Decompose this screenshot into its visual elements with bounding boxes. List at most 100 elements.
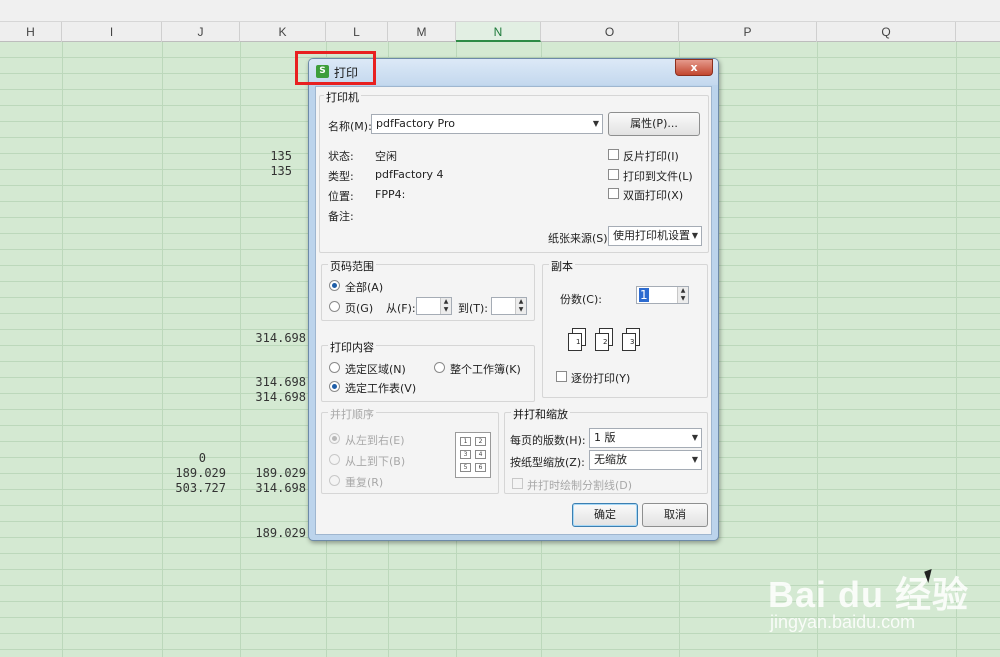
close-button[interactable]: x bbox=[675, 59, 713, 76]
draw-borders-checkbox[interactable] bbox=[512, 478, 523, 489]
workbook-radio[interactable] bbox=[434, 362, 445, 373]
pages-per-sheet-select[interactable]: 1 版 ▼ bbox=[589, 428, 702, 448]
chevron-down-icon: ▼ bbox=[691, 433, 698, 442]
printer-name-select[interactable]: pdfFactory Pro ▼ bbox=[371, 114, 603, 134]
baidu-logo: Bai du 经验 bbox=[768, 574, 970, 615]
type-value: pdfFactory 4 bbox=[375, 168, 444, 181]
print-what-group-title: 打印内容 bbox=[328, 339, 376, 355]
chevron-down-icon: ▼ bbox=[691, 455, 698, 464]
spin-up-icon[interactable]: ▲ bbox=[677, 287, 688, 295]
pages-label[interactable]: 页(G) bbox=[345, 300, 373, 316]
from-label: 从(F): bbox=[386, 302, 416, 315]
grid-line bbox=[817, 42, 818, 657]
collate-checkbox[interactable] bbox=[556, 371, 567, 382]
printer-name-value: pdfFactory Pro bbox=[376, 117, 455, 130]
cancel-button[interactable]: 取消 bbox=[642, 503, 708, 527]
draw-borders-label[interactable]: 并打时绘制分割线(D) bbox=[527, 477, 632, 493]
top-bottom-radio[interactable] bbox=[329, 454, 340, 465]
selection-radio[interactable] bbox=[329, 362, 340, 373]
printer-name-label: 名称(M): bbox=[328, 120, 372, 133]
pages-radio[interactable] bbox=[329, 301, 340, 312]
spin-up-icon[interactable]: ▲ bbox=[515, 298, 526, 306]
order-group-title: 并打顺序 bbox=[328, 406, 376, 422]
collate-page-icon: 2 bbox=[595, 328, 613, 351]
collate-page-icon: 1 bbox=[568, 328, 586, 351]
printer-group-title: 打印机 bbox=[324, 89, 361, 105]
cell-k[interactable]: 189.029 bbox=[240, 466, 306, 481]
column-header-m[interactable]: M bbox=[388, 22, 456, 42]
zoom-group-title: 并打和缩放 bbox=[511, 406, 570, 422]
column-header-j[interactable]: J bbox=[162, 22, 240, 42]
paper-source-select[interactable]: 使用打印机设置 ▼ bbox=[608, 226, 702, 246]
title-highlight-box bbox=[295, 51, 376, 85]
toolbar-strip bbox=[0, 0, 1000, 22]
comment-label: 备注: bbox=[328, 210, 354, 223]
print-dialog: S 打印 x 打印机 名称(M): pdfFactory Pro ▼ 属性(P)… bbox=[308, 58, 719, 541]
repeat-label[interactable]: 重复(R) bbox=[345, 474, 383, 490]
paper-source-label: 纸张来源(S): bbox=[548, 232, 612, 245]
scale-value: 无缩放 bbox=[594, 453, 627, 466]
duplex-checkbox[interactable] bbox=[608, 188, 619, 199]
status-value: 空闲 bbox=[375, 150, 397, 163]
dialog-body: 打印机 名称(M): pdfFactory Pro ▼ 属性(P)... 状态:… bbox=[315, 86, 712, 535]
left-right-radio[interactable] bbox=[329, 433, 340, 444]
properties-button[interactable]: 属性(P)... bbox=[608, 112, 700, 136]
column-header-l[interactable]: L bbox=[326, 22, 388, 42]
all-pages-label[interactable]: 全部(A) bbox=[345, 279, 383, 295]
spin-down-icon[interactable]: ▼ bbox=[515, 306, 526, 314]
to-page-spinner[interactable]: ▲ ▼ bbox=[491, 297, 527, 315]
cell-k[interactable]: 314.698 bbox=[240, 375, 306, 390]
selection-label[interactable]: 选定区域(N) bbox=[345, 361, 406, 377]
order-preview-icon: 1 2 3 4 5 6 bbox=[455, 432, 491, 478]
copies-spinner[interactable]: 1 ▲ ▼ bbox=[636, 286, 689, 304]
pages-per-sheet-label: 每页的版数(H): bbox=[510, 434, 586, 447]
workbook-label[interactable]: 整个工作簿(K) bbox=[450, 361, 521, 377]
column-header-h[interactable]: H bbox=[0, 22, 62, 42]
spin-up-icon[interactable]: ▲ bbox=[440, 298, 451, 306]
ok-button[interactable]: 确定 bbox=[572, 503, 638, 527]
type-label: 类型: bbox=[328, 170, 354, 183]
scale-select[interactable]: 无缩放 ▼ bbox=[589, 450, 702, 470]
to-label: 到(T): bbox=[458, 302, 489, 315]
column-header-o[interactable]: O bbox=[541, 22, 679, 42]
cell-j[interactable]: 0 bbox=[162, 451, 206, 466]
column-header-i[interactable]: I bbox=[62, 22, 162, 42]
all-pages-radio[interactable] bbox=[329, 280, 340, 291]
cell-k[interactable]: 314.698 bbox=[240, 481, 306, 496]
reverse-print-label[interactable]: 反片打印(I) bbox=[623, 148, 679, 164]
top-bottom-label[interactable]: 从上到下(B) bbox=[345, 453, 405, 469]
chevron-down-icon: ▼ bbox=[592, 119, 599, 128]
copies-group-title: 副本 bbox=[549, 258, 575, 274]
active-sheet-radio[interactable] bbox=[329, 381, 340, 392]
cell-k[interactable]: 314.698 bbox=[240, 331, 306, 346]
baidu-url: jingyan.baidu.com bbox=[770, 612, 916, 632]
column-header-p[interactable]: P bbox=[679, 22, 817, 42]
spin-down-icon[interactable]: ▼ bbox=[440, 306, 451, 314]
where-label: 位置: bbox=[328, 190, 354, 203]
cell-k[interactable]: 135 bbox=[240, 164, 292, 179]
print-to-file-checkbox[interactable] bbox=[608, 169, 619, 180]
column-header-q[interactable]: Q bbox=[817, 22, 956, 42]
duplex-label[interactable]: 双面打印(X) bbox=[623, 187, 683, 203]
reverse-print-checkbox[interactable] bbox=[608, 149, 619, 160]
cell-j[interactable]: 503.727 bbox=[162, 481, 226, 496]
paper-source-value: 使用打印机设置 bbox=[613, 229, 690, 242]
column-header-k[interactable]: K bbox=[240, 22, 326, 42]
left-right-label[interactable]: 从左到右(E) bbox=[345, 432, 405, 448]
copies-label: 份数(C): bbox=[560, 293, 602, 306]
from-page-spinner[interactable]: ▲ ▼ bbox=[416, 297, 452, 315]
cell-k[interactable]: 135 bbox=[240, 149, 292, 164]
collate-label[interactable]: 逐份打印(Y) bbox=[571, 370, 630, 386]
spin-down-icon[interactable]: ▼ bbox=[677, 295, 688, 303]
cell-k[interactable]: 314.698 bbox=[240, 390, 306, 405]
cell-k[interactable]: 189.029 bbox=[240, 526, 306, 541]
page-range-group-title: 页码范围 bbox=[328, 258, 376, 274]
column-header-n[interactable]: N bbox=[456, 22, 541, 42]
grid-line bbox=[62, 42, 63, 657]
pages-per-sheet-value: 1 版 bbox=[594, 431, 616, 444]
print-to-file-label[interactable]: 打印到文件(L) bbox=[623, 168, 693, 184]
collate-page-icon: 3 bbox=[622, 328, 640, 351]
cell-j[interactable]: 189.029 bbox=[162, 466, 226, 481]
repeat-radio[interactable] bbox=[329, 475, 340, 486]
active-sheet-label[interactable]: 选定工作表(V) bbox=[345, 380, 416, 396]
